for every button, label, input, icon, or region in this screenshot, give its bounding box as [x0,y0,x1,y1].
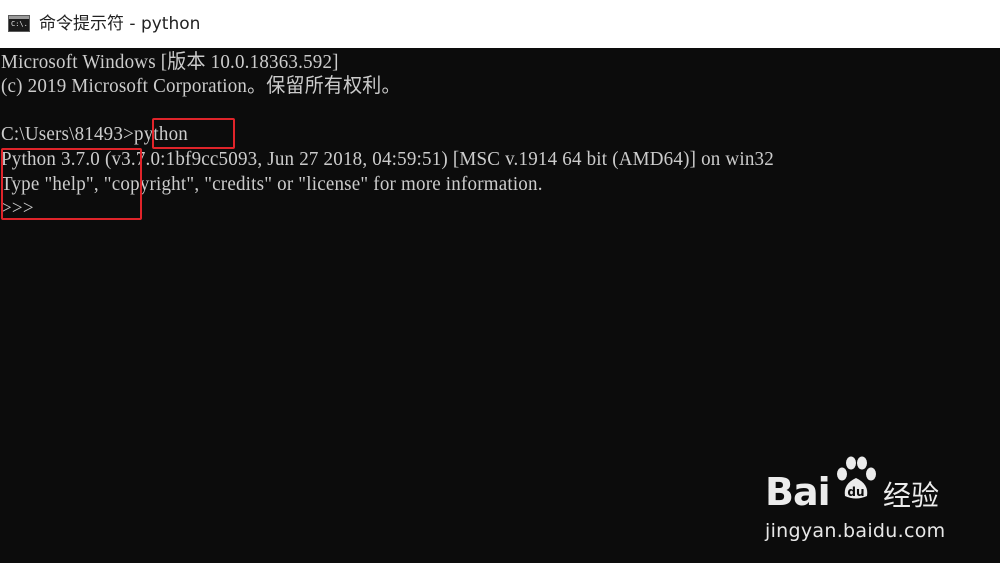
baidu-jingyan-watermark: Bai du 经验 jingyan.baidu.com [765,452,985,548]
command-prompt-icon: C:\. [8,15,30,32]
watermark-jingyan-text: 经验 [883,479,940,512]
watermark-url: jingyan.baidu.com [765,520,946,542]
console-line-prompt: >>> [1,197,34,220]
paw-icon: du [837,456,876,499]
console-line-version: Microsoft Windows [版本 10.0.18363.592] [1,51,339,74]
console-line-python-info: Python 3.7.0 (v3.7.0:1bf9cc5093, Jun 27 … [1,148,774,171]
title-bar: C:\. 命令提示符 - python [0,0,1000,48]
console-line-command: C:\Users\81493>python [1,123,188,146]
window-title: 命令提示符 - python [39,14,201,34]
svg-text:du: du [847,485,864,499]
watermark-logo-text: Bai [765,470,831,514]
console-line-copyright: (c) 2019 Microsoft Corporation。保留所有权利。 [1,75,401,98]
console-line-help-hint: Type "help", "copyright", "credits" or "… [1,173,543,196]
